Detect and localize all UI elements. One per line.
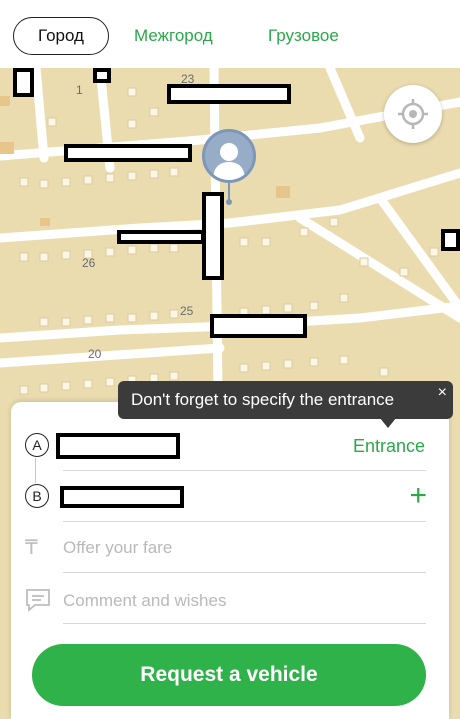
redacted-label (13, 68, 34, 97)
close-icon[interactable]: × (438, 384, 447, 402)
tab-freight[interactable]: Грузовое (268, 26, 339, 46)
entrance-button[interactable]: Entrance (353, 436, 425, 457)
tenge-icon: ₸ (25, 537, 38, 559)
redacted-label (441, 229, 460, 251)
fare-input[interactable]: Offer your fare (63, 538, 172, 558)
entrance-tooltip: Don't forget to specify the entrance × (118, 381, 453, 419)
crosshair-icon (398, 99, 428, 129)
redacted-street-name (64, 144, 192, 162)
redacted-street-name (210, 314, 307, 338)
destination-address-field[interactable] (60, 486, 184, 508)
my-location-button[interactable] (384, 85, 442, 143)
redacted-street-name (202, 192, 224, 280)
entrance-tooltip-text: Don't forget to specify the entrance (131, 390, 395, 409)
mode-tab-bar: Город Межгород Грузовое (0, 0, 460, 68)
redacted-street-name (117, 230, 205, 244)
point-a-marker: A (25, 433, 49, 457)
house-number-26: 26 (82, 256, 96, 270)
user-avatar-icon (213, 143, 245, 180)
request-vehicle-label: Request a vehicle (140, 663, 318, 686)
request-vehicle-button[interactable]: Request a vehicle (32, 644, 426, 706)
divider (63, 572, 426, 573)
divider (63, 521, 426, 522)
divider (63, 470, 426, 471)
route-connector (35, 458, 36, 483)
tooltip-arrow (380, 418, 396, 428)
divider (63, 623, 426, 624)
redacted-address-bubble (167, 84, 291, 104)
order-form-sheet: A Entrance B + ₸ Offer your fare Comment… (11, 402, 449, 719)
redacted-label (93, 68, 111, 83)
point-a-letter: A (32, 437, 42, 453)
house-number-25: 25 (180, 304, 194, 318)
point-b-letter: B (32, 488, 42, 504)
tab-city-label: Город (38, 26, 84, 45)
add-stop-button[interactable]: + (409, 481, 427, 511)
pin-dot (226, 199, 232, 205)
house-number-20: 20 (88, 347, 102, 361)
comment-icon (26, 589, 50, 612)
point-b-marker: B (25, 484, 49, 508)
tab-city[interactable]: Город (13, 17, 109, 55)
tab-intercity[interactable]: Межгород (134, 26, 213, 46)
pickup-pin[interactable] (202, 129, 256, 183)
comment-input[interactable]: Comment and wishes (63, 591, 226, 611)
house-number-1: 1 (76, 83, 83, 97)
pickup-address-field[interactable] (56, 433, 180, 459)
